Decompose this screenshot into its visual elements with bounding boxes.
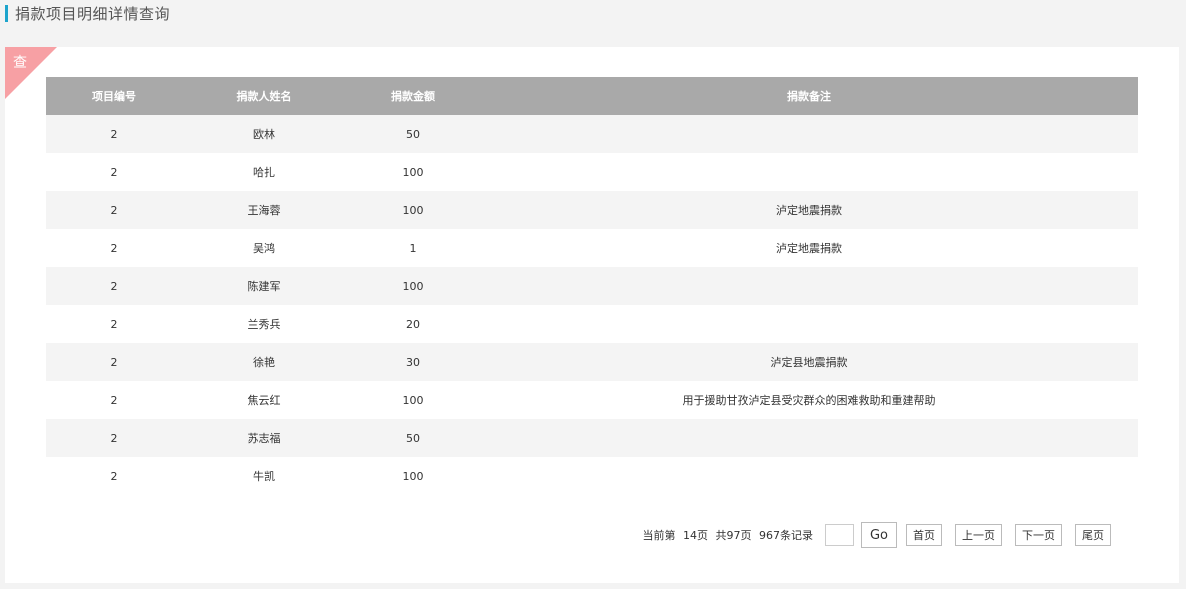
cell-donor-name: 哈扎: [182, 153, 346, 191]
title-accent-bar: [5, 4, 8, 22]
cell-project-id: 2: [46, 229, 182, 267]
cell-donor-name: 吴鸿: [182, 229, 346, 267]
cell-amount: 50: [346, 419, 480, 457]
cell-amount: 20: [346, 305, 480, 343]
table-header-row: 项目编号 捐款人姓名 捐款金额 捐款备注: [46, 77, 1138, 115]
go-button[interactable]: Go: [861, 522, 897, 548]
page-header: 捐款项目明细详情查询: [5, 3, 170, 23]
table-row: 2 欧林 50: [46, 115, 1138, 153]
cell-project-id: 2: [46, 153, 182, 191]
cell-project-id: 2: [46, 115, 182, 153]
table-row: 2 焦云红 100 用于援助甘孜泸定县受灾群众的困难救助和重建帮助: [46, 381, 1138, 419]
cell-remark: 泸定地震捐款: [480, 229, 1138, 267]
cell-donor-name: 徐艳: [182, 343, 346, 381]
cell-remark: 泸定地震捐款: [480, 191, 1138, 229]
total-pages: 共97页: [715, 529, 752, 542]
cell-remark: 用于援助甘孜泸定县受灾群众的困难救助和重建帮助: [480, 381, 1138, 419]
table-row: 2 徐艳 30 泸定县地震捐款: [46, 343, 1138, 381]
table-row: 2 牛凯 100: [46, 457, 1138, 495]
cell-project-id: 2: [46, 305, 182, 343]
cell-donor-name: 欧林: [182, 115, 346, 153]
header-project-id: 项目编号: [46, 77, 182, 115]
first-page-button[interactable]: 首页: [906, 524, 942, 546]
total-records: 967条记录: [759, 529, 813, 542]
cell-donor-name: 王海蓉: [182, 191, 346, 229]
current-page: 14页: [683, 529, 708, 542]
header-donor-name: 捐款人姓名: [182, 77, 346, 115]
corner-tag-label: 查: [13, 55, 27, 71]
cell-project-id: 2: [46, 419, 182, 457]
next-page-button[interactable]: 下一页: [1015, 524, 1062, 546]
cell-donor-name: 苏志福: [182, 419, 346, 457]
cell-project-id: 2: [46, 381, 182, 419]
cell-remark: [480, 305, 1138, 343]
page-title: 捐款项目明细详情查询: [15, 4, 171, 23]
cell-remark: [480, 419, 1138, 457]
cell-donor-name: 牛凯: [182, 457, 346, 495]
cell-project-id: 2: [46, 343, 182, 381]
table-row: 2 吴鸿 1 泸定地震捐款: [46, 229, 1138, 267]
cell-donor-name: 焦云红: [182, 381, 346, 419]
cell-project-id: 2: [46, 267, 182, 305]
cell-donor-name: 兰秀兵: [182, 305, 346, 343]
cell-amount: 30: [346, 343, 480, 381]
cell-remark: [480, 457, 1138, 495]
cell-project-id: 2: [46, 191, 182, 229]
cell-remark: [480, 267, 1138, 305]
cell-remark: 泸定县地震捐款: [480, 343, 1138, 381]
table-row: 2 苏志福 50: [46, 419, 1138, 457]
table-row: 2 哈扎 100: [46, 153, 1138, 191]
cell-amount: 50: [346, 115, 480, 153]
content-panel: 查 项目编号 捐款人姓名 捐款金额 捐款备注 2 欧林 50 2 哈扎 100 …: [5, 47, 1179, 583]
cell-remark: [480, 153, 1138, 191]
current-page-prefix: 当前第: [642, 529, 676, 542]
cell-project-id: 2: [46, 457, 182, 495]
cell-amount: 100: [346, 153, 480, 191]
prev-page-button[interactable]: 上一页: [955, 524, 1002, 546]
table-row: 2 兰秀兵 20: [46, 305, 1138, 343]
donation-table: 项目编号 捐款人姓名 捐款金额 捐款备注 2 欧林 50 2 哈扎 100 2 …: [46, 77, 1138, 495]
last-page-button[interactable]: 尾页: [1075, 524, 1111, 546]
cell-amount: 100: [346, 191, 480, 229]
header-amount: 捐款金额: [346, 77, 480, 115]
cell-remark: [480, 115, 1138, 153]
cell-amount: 100: [346, 381, 480, 419]
table-row: 2 陈建军 100: [46, 267, 1138, 305]
cell-amount: 100: [346, 457, 480, 495]
header-remark: 捐款备注: [480, 77, 1138, 115]
table-row: 2 王海蓉 100 泸定地震捐款: [46, 191, 1138, 229]
cell-amount: 1: [346, 229, 480, 267]
page-jump-input[interactable]: [825, 524, 854, 546]
cell-donor-name: 陈建军: [182, 267, 346, 305]
pagination: 当前第 14页 共97页 967条记录 Go 首页 上一页 下一页 尾页: [643, 522, 1111, 548]
cell-amount: 100: [346, 267, 480, 305]
pagination-info: 当前第 14页 共97页 967条记录: [643, 527, 818, 543]
